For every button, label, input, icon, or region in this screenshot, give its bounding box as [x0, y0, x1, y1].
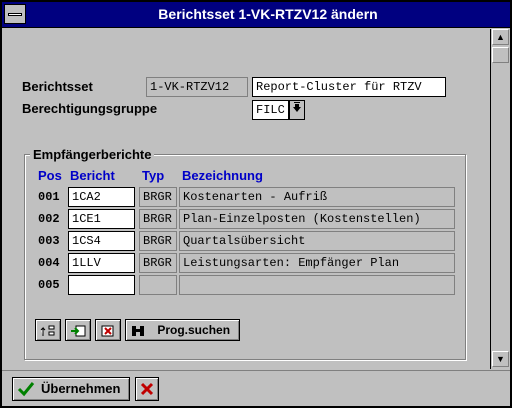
binoculars-icon [132, 325, 144, 336]
system-menu-icon[interactable] [4, 4, 26, 24]
delete-row-icon [101, 325, 114, 337]
bezeichnung-field: Kostenarten - Aufriß [179, 187, 455, 207]
bericht-input[interactable]: 1CS4 [68, 231, 135, 251]
typ-field: BRGR [139, 187, 177, 207]
typ-field: BRGR [139, 253, 177, 273]
arrow-up-icon[interactable]: ▲ [492, 29, 509, 45]
cancel-button[interactable] [135, 377, 159, 401]
delete-row-button[interactable] [95, 319, 121, 341]
prog-suchen-button[interactable]: Prog.suchen [125, 319, 240, 341]
window-title: Berichtsset 1-VK-RTZV12 ändern [158, 6, 378, 22]
prog-suchen-label: Prog.suchen [157, 323, 231, 337]
bezeichnung-field: Plan-Einzelposten (Kostenstellen) [179, 209, 455, 229]
typ-field: BRGR [139, 231, 177, 251]
typ-field: BRGR [139, 209, 177, 229]
bericht-input[interactable]: 1CA2 [68, 187, 135, 207]
bericht-input[interactable]: 1LLV [68, 253, 135, 273]
group-title: Empfängerberichte [30, 147, 155, 162]
cancel-x-icon [140, 382, 154, 396]
berichtsset-name-input[interactable]: Report-Cluster für RTZV [252, 77, 446, 97]
bericht-input[interactable]: 1CE1 [68, 209, 135, 229]
typ-field [139, 275, 177, 295]
arrow-down-icon[interactable]: ▼ [492, 351, 509, 367]
bezeichnung-field: Leistungsarten: Empfänger Plan [179, 253, 455, 273]
berichtsset-label: Berichtsset [22, 79, 93, 94]
ok-button[interactable]: Übernehmen [12, 377, 130, 401]
berechtigungsgruppe-select[interactable]: FILC [252, 100, 289, 120]
scroll-thumb[interactable] [492, 47, 509, 63]
row-pos: 003 [38, 234, 60, 248]
vertical-scrollbar[interactable]: ▲ ▼ [490, 29, 510, 369]
bezeichnung-field [179, 275, 455, 295]
bericht-input[interactable] [68, 275, 135, 295]
checkmark-icon [17, 382, 35, 397]
header-pos: Pos [38, 168, 62, 183]
client-area: Berichtsset 1-VK-RTZV12 Report-Cluster f… [2, 29, 490, 369]
insert-row-button[interactable] [65, 319, 91, 341]
row-pos: 001 [38, 190, 60, 204]
row-pos: 004 [38, 256, 60, 270]
header-typ: Typ [142, 168, 165, 183]
footer-bar: Übernehmen [2, 370, 510, 406]
header-bezeichnung: Bezeichnung [182, 168, 263, 183]
row-pos: 005 [38, 278, 60, 292]
reorder-icon [40, 325, 55, 336]
dropdown-arrow-icon[interactable] [289, 100, 305, 120]
berechtigungsgruppe-label: Berechtigungsgruppe [22, 101, 158, 116]
header-bericht: Bericht [70, 168, 115, 183]
bezeichnung-field: Quartalsübersicht [179, 231, 455, 251]
ok-label: Übernehmen [41, 381, 121, 396]
row-pos: 002 [38, 212, 60, 226]
title-bar[interactable]: Berichtsset 1-VK-RTZV12 ändern [2, 2, 510, 28]
insert-row-icon [71, 325, 86, 337]
berichtsset-code-field: 1-VK-RTZV12 [146, 77, 248, 97]
reorder-button[interactable] [35, 319, 61, 341]
dialog-window: Berichtsset 1-VK-RTZV12 ändern Berichtss… [0, 0, 512, 408]
